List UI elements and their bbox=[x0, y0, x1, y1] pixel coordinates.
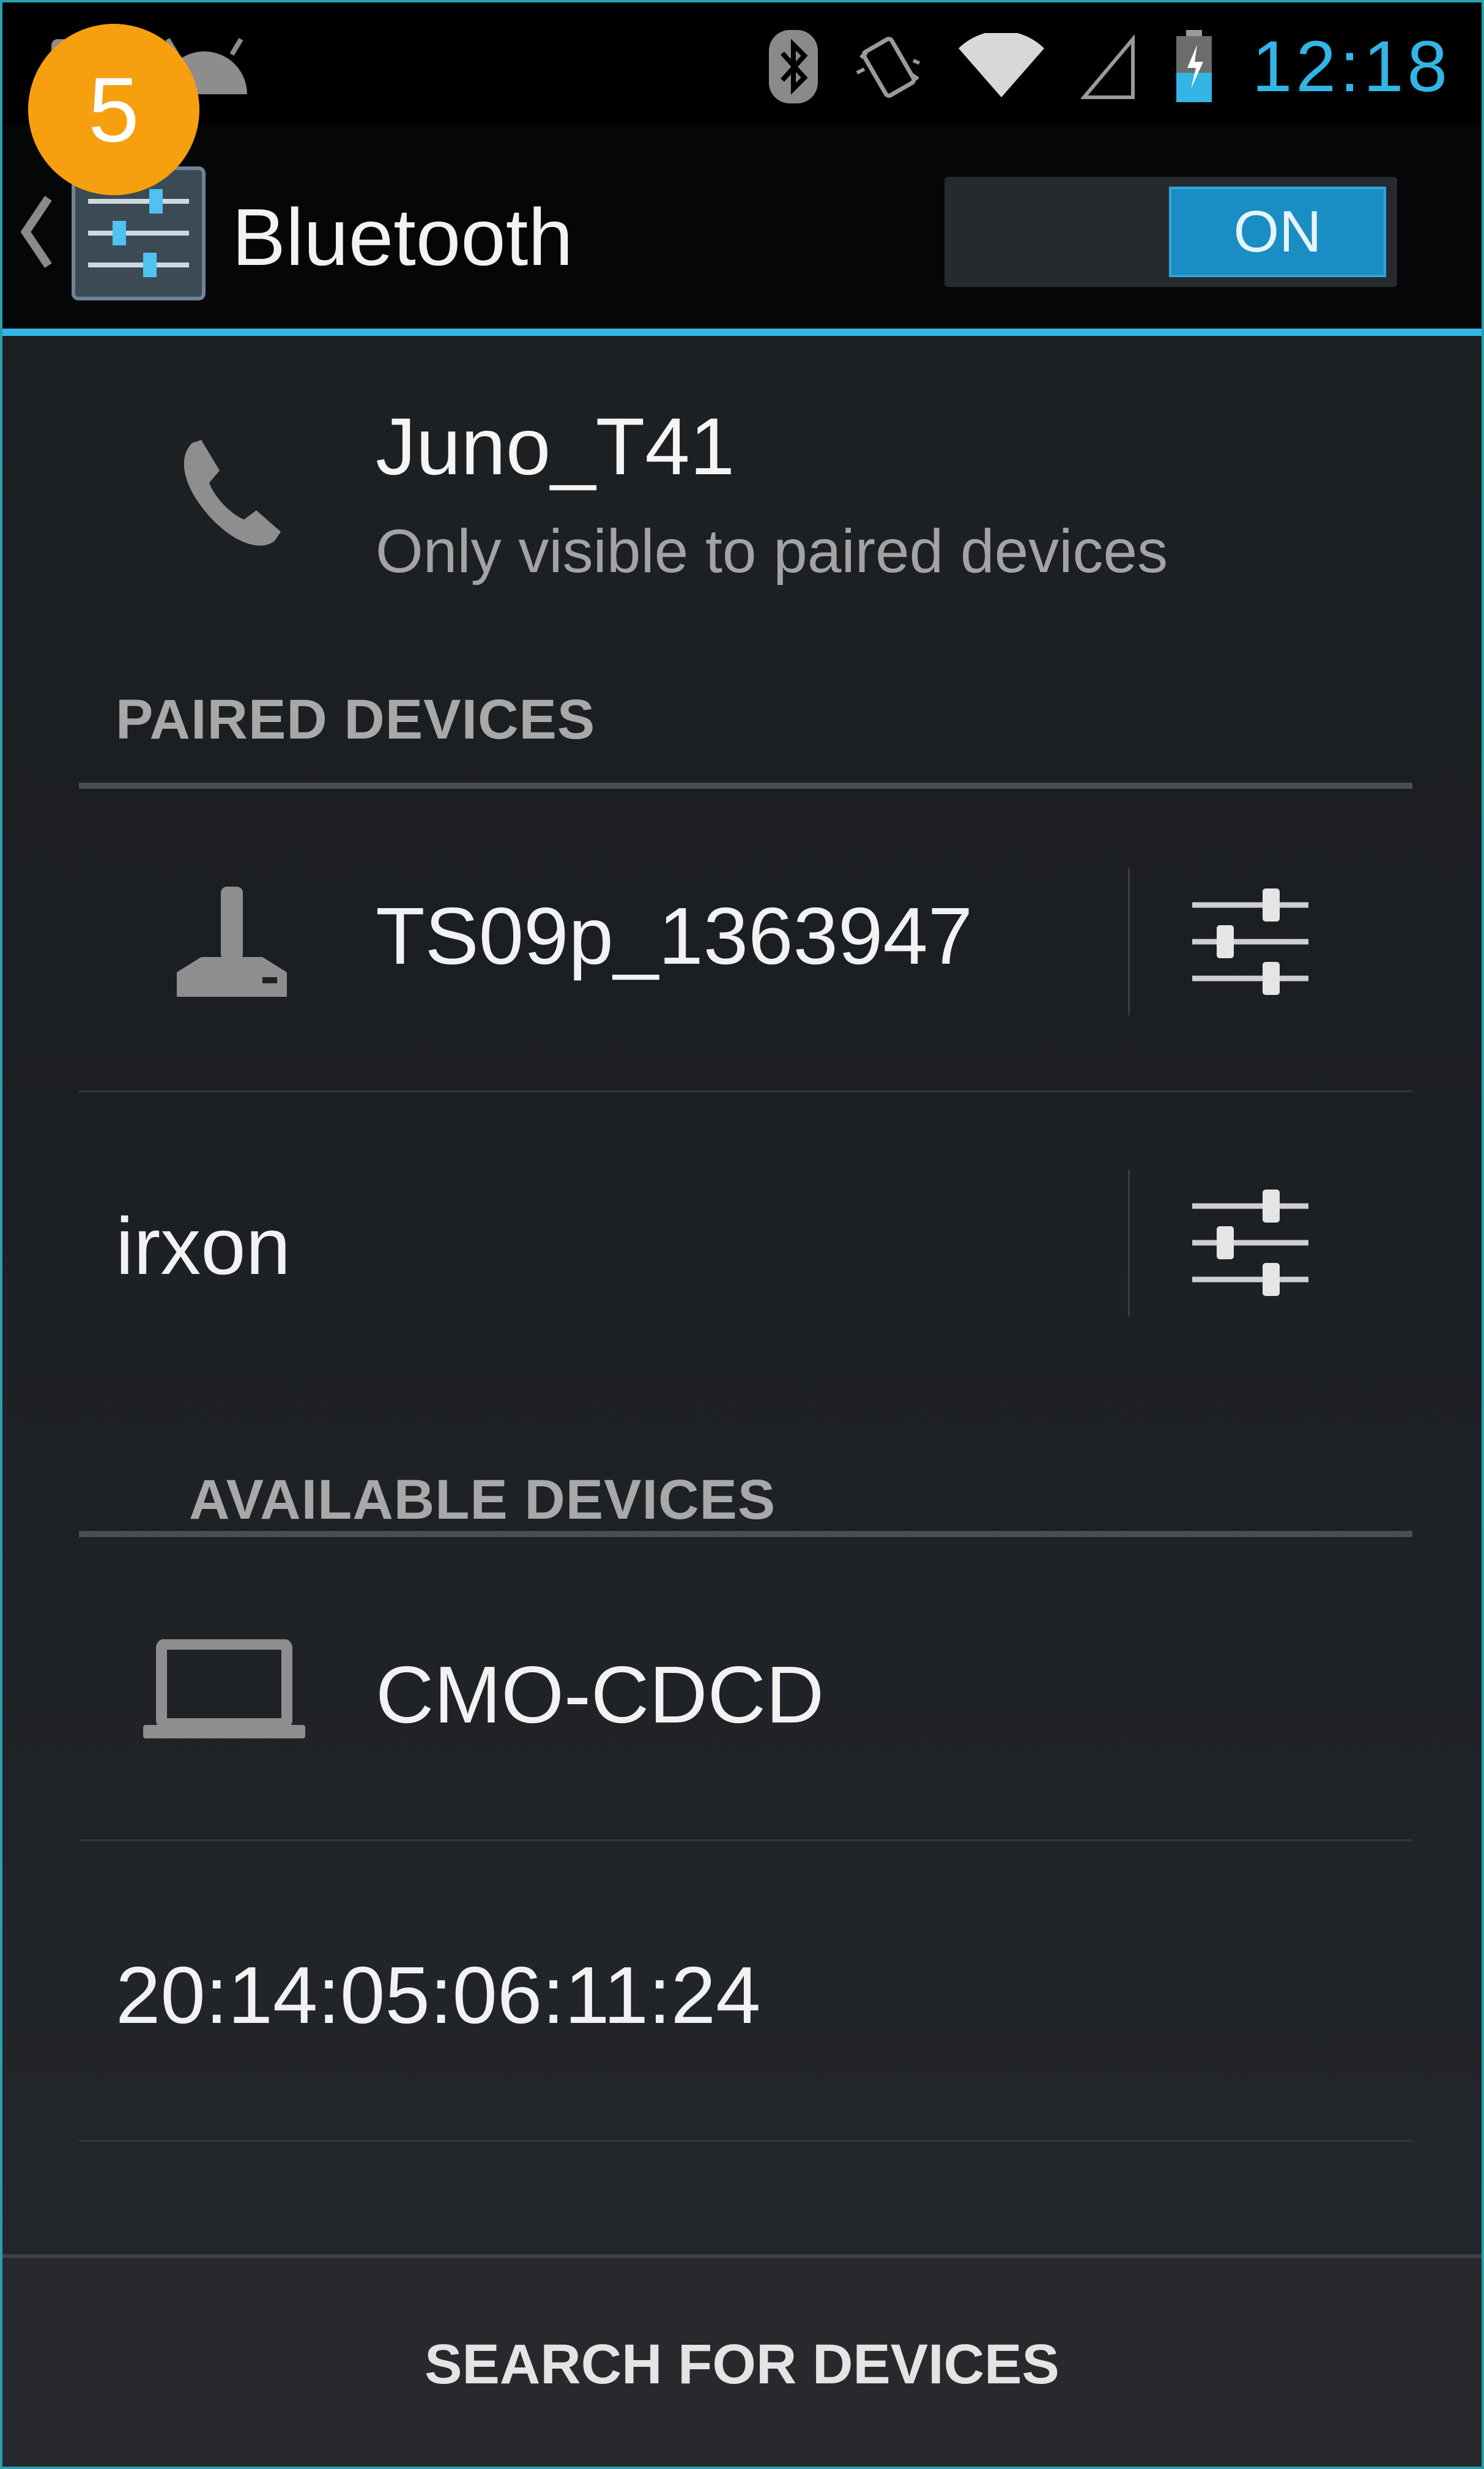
available-device-row[interactable]: CMO-CDCD bbox=[2, 1538, 1482, 1838]
toggle-on-label: ON bbox=[1169, 187, 1386, 277]
paired-device-name: irxon bbox=[116, 1201, 291, 1291]
phone-screen: 12:18 5 Bluetooth ON Juno_T41 Only visib… bbox=[0, 0, 1484, 2469]
phone-icon bbox=[184, 440, 281, 546]
paired-device-row[interactable]: TS09p_1363947 bbox=[2, 792, 1482, 1089]
vertical-separator bbox=[1128, 1169, 1130, 1316]
device-visibility: Only visible to paired devices bbox=[376, 517, 1168, 586]
cell-signal-icon bbox=[1080, 34, 1135, 99]
status-clock: 12:18 bbox=[1252, 26, 1451, 107]
available-device-row[interactable]: 20:14:05:06:11:24 bbox=[2, 1842, 1482, 2139]
battery-charging-icon bbox=[1176, 30, 1212, 102]
status-icons: 12:18 bbox=[768, 21, 1451, 113]
laptop-icon bbox=[143, 1639, 305, 1738]
chevron-left-icon[interactable] bbox=[15, 192, 58, 272]
paired-device-name: TS09p_1363947 bbox=[376, 891, 973, 981]
available-device-name: 20:14:05:06:11:24 bbox=[116, 1950, 761, 2040]
bluetooth-icon bbox=[768, 30, 818, 103]
search-for-devices-button[interactable]: SEARCH FOR DEVICES bbox=[2, 2258, 1482, 2467]
vibrate-icon bbox=[856, 37, 920, 98]
step-number-badge: 5 bbox=[28, 24, 199, 195]
joystick-icon bbox=[177, 887, 287, 997]
available-device-name: CMO-CDCD bbox=[376, 1650, 825, 1740]
section-divider bbox=[79, 1531, 1412, 1537]
paired-device-row[interactable]: irxon bbox=[2, 1093, 1482, 1393]
available-devices-header: AVAILABLE DEVICES bbox=[189, 1469, 776, 1531]
action-bar: Bluetooth ON bbox=[2, 125, 1482, 336]
device-name: Juno_T41 bbox=[376, 401, 735, 491]
device-settings-icon[interactable] bbox=[1186, 877, 1315, 1006]
row-divider bbox=[79, 2140, 1412, 2142]
bottom-bar: SEARCH FOR DEVICES bbox=[2, 2254, 1482, 2467]
bluetooth-toggle[interactable]: ON bbox=[944, 177, 1397, 287]
this-device-header[interactable]: Juno_T41 Only visible to paired devices bbox=[2, 400, 1482, 608]
section-divider bbox=[79, 783, 1412, 789]
paired-devices-header: PAIRED DEVICES bbox=[116, 688, 596, 751]
row-divider bbox=[79, 1090, 1412, 1092]
page-title: Bluetooth bbox=[232, 192, 573, 282]
vertical-separator bbox=[1128, 868, 1130, 1015]
row-divider bbox=[79, 1839, 1412, 1841]
wifi-icon bbox=[958, 33, 1044, 97]
status-bar: 12:18 bbox=[2, 2, 1482, 125]
device-settings-icon[interactable] bbox=[1186, 1179, 1315, 1307]
